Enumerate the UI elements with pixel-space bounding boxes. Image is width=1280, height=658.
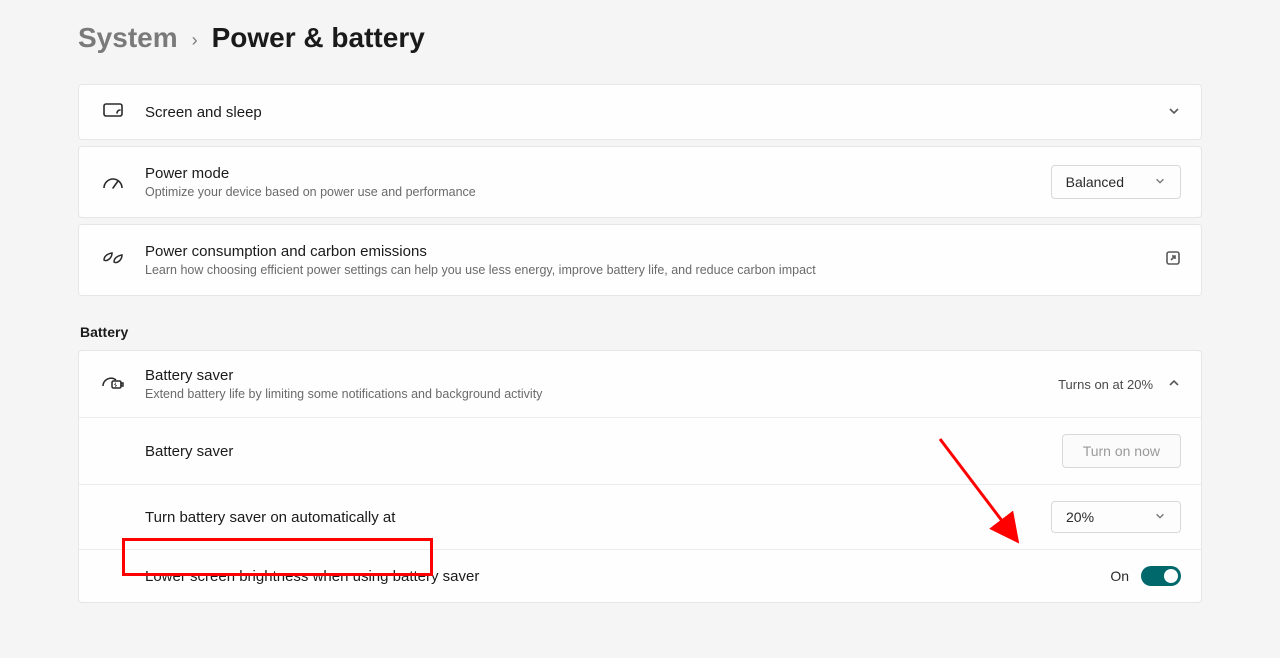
- battery-saver-label: Battery saver: [145, 367, 1058, 384]
- leaf-icon: [99, 251, 127, 269]
- screen-and-sleep-label: Screen and sleep: [145, 104, 1167, 121]
- carbon-label: Power consumption and carbon emissions: [145, 243, 1165, 260]
- auto-at-value: 20%: [1066, 509, 1094, 525]
- chevron-down-icon: [1167, 104, 1181, 121]
- power-mode-dropdown[interactable]: Balanced: [1051, 165, 1181, 199]
- screen-and-sleep-row[interactable]: Screen and sleep: [78, 84, 1202, 140]
- carbon-sub: Learn how choosing efficient power setti…: [145, 263, 1165, 277]
- toggle-knob: [1164, 569, 1178, 583]
- chevron-up-icon: [1167, 376, 1181, 393]
- breadcrumb-parent[interactable]: System: [78, 22, 178, 54]
- battery-saver-brightness-row: Lower screen brightness when using batte…: [79, 549, 1201, 602]
- brightness-label: Lower screen brightness when using batte…: [145, 568, 1110, 585]
- chevron-down-icon: [1154, 175, 1166, 190]
- battery-saver-group: Battery saver Extend battery life by lim…: [78, 350, 1202, 603]
- gauge-icon: [99, 174, 127, 190]
- chevron-down-icon: [1154, 510, 1166, 525]
- brightness-toggle-label: On: [1110, 568, 1129, 584]
- power-mode-row: Power mode Optimize your device based on…: [78, 146, 1202, 218]
- carbon-row[interactable]: Power consumption and carbon emissions L…: [78, 224, 1202, 296]
- auto-at-dropdown[interactable]: 20%: [1051, 501, 1181, 533]
- battery-saver-icon: [99, 376, 127, 392]
- battery-saver-auto-row: Turn battery saver on automatically at 2…: [79, 484, 1201, 549]
- battery-saver-header[interactable]: Battery saver Extend battery life by lim…: [79, 351, 1201, 417]
- brightness-toggle[interactable]: [1141, 566, 1181, 586]
- turn-on-now-button[interactable]: Turn on now: [1062, 434, 1181, 468]
- battery-saver-now-label: Battery saver: [145, 443, 1062, 460]
- power-mode-value: Balanced: [1066, 174, 1124, 190]
- battery-saver-sub: Extend battery life by limiting some not…: [145, 387, 1058, 401]
- power-mode-sub: Optimize your device based on power use …: [145, 185, 1051, 199]
- battery-section-header: Battery: [80, 324, 1202, 340]
- breadcrumb-current: Power & battery: [212, 22, 425, 54]
- chevron-right-icon: ›: [192, 30, 198, 51]
- battery-saver-now-row: Battery saver Turn on now: [79, 417, 1201, 484]
- breadcrumb: System › Power & battery: [78, 22, 1202, 54]
- battery-saver-status: Turns on at 20%: [1058, 377, 1153, 392]
- power-mode-label: Power mode: [145, 165, 1051, 182]
- external-link-icon: [1165, 250, 1181, 271]
- battery-saver-auto-label: Turn battery saver on automatically at: [145, 509, 1051, 526]
- monitor-icon: [99, 103, 127, 121]
